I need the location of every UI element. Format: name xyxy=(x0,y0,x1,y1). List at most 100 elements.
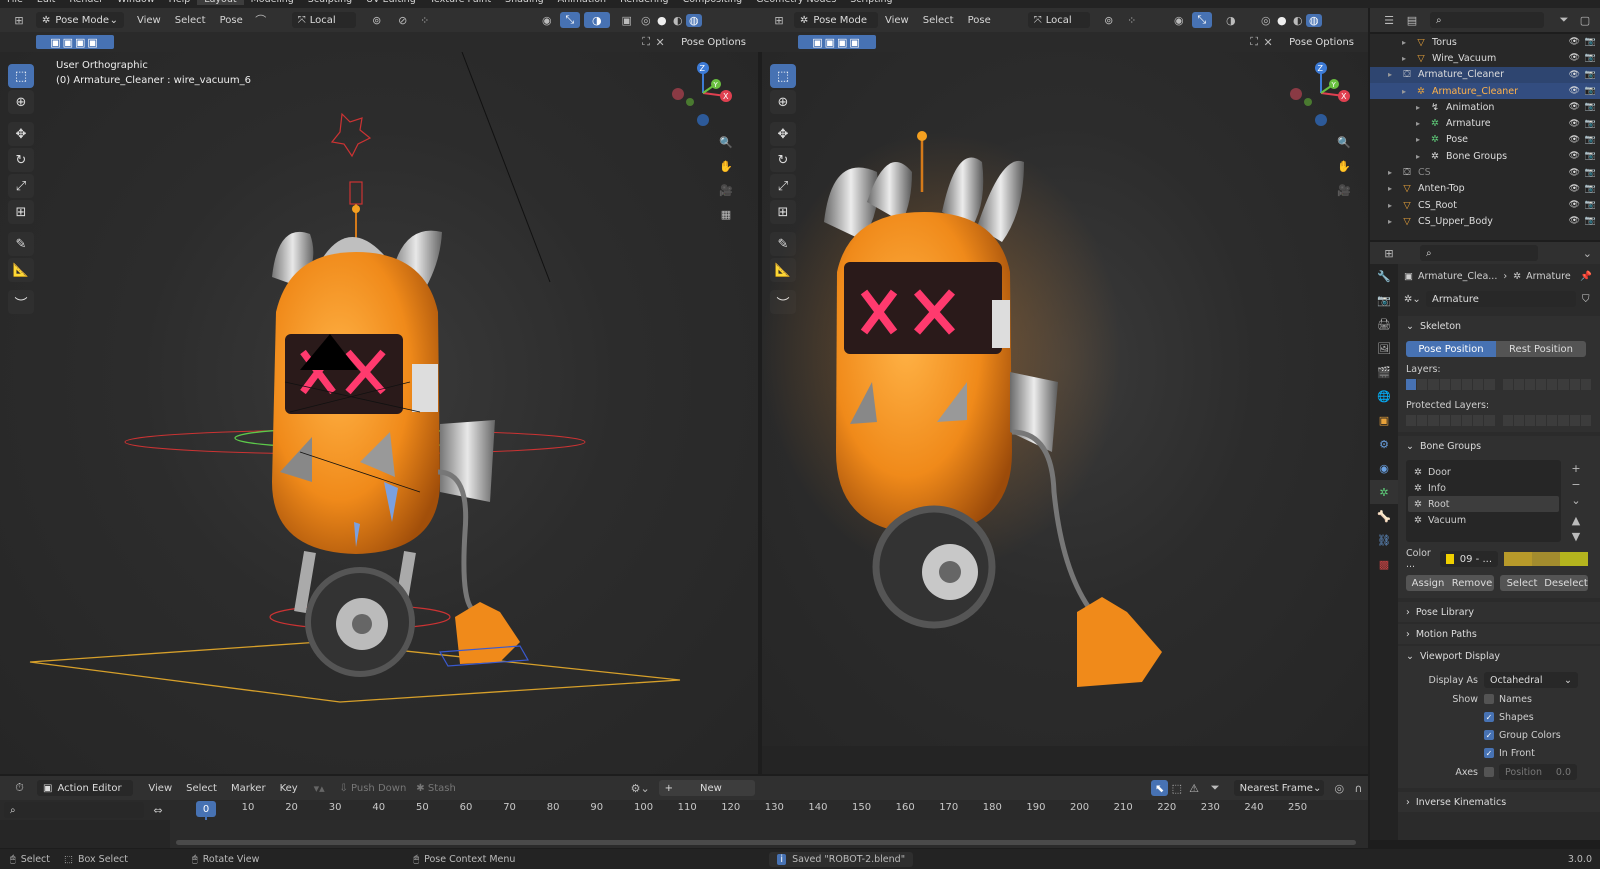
channel-search-input[interactable]: ⌕ xyxy=(4,802,144,818)
workspace-tab-scripting[interactable]: Scripting xyxy=(843,0,899,5)
workspace-tab-shading[interactable]: Shading xyxy=(498,0,551,5)
gizmo-toggle-icon[interactable]: ⤡ xyxy=(559,12,580,28)
render-camera-icon[interactable]: 📷 xyxy=(1585,216,1596,226)
output-tab-icon[interactable]: 🖨 xyxy=(1370,312,1398,336)
pivot-icon[interactable]: ⊚ xyxy=(1096,14,1122,27)
outliner-row[interactable]: ▸ ↯ Animation 👁 📷 xyxy=(1370,99,1600,115)
group-colors-checkbox[interactable]: ✓ xyxy=(1484,730,1494,740)
remove-icon[interactable]: − xyxy=(1568,476,1584,492)
transform-orientation-dropdown[interactable]: ⤧ Local xyxy=(291,12,356,28)
skeleton-panel-header[interactable]: ⌄ Skeleton xyxy=(1398,316,1600,336)
eye-icon[interactable]: 👁 xyxy=(1569,37,1580,47)
visibility-icon[interactable]: ◉ xyxy=(1166,14,1192,27)
properties-search-input[interactable]: ⌕ xyxy=(1420,245,1538,261)
snap-target-icon[interactable]: ⁘ xyxy=(1122,14,1142,27)
disclosure-triangle-icon[interactable]: ▸ xyxy=(1402,87,1414,96)
layer-arrows-icon[interactable]: ▾▴ xyxy=(305,782,334,795)
protected-layers-grid[interactable] xyxy=(1406,415,1592,426)
eye-icon[interactable]: 👁 xyxy=(1569,168,1580,178)
tool-tab-icon[interactable]: 🔧 xyxy=(1370,264,1398,288)
top-menu-render[interactable]: Render xyxy=(62,0,110,5)
menu-view[interactable]: View xyxy=(130,15,168,26)
eye-icon[interactable]: 👁 xyxy=(1569,200,1580,210)
new-action-button[interactable]: + New xyxy=(658,780,755,796)
pose-options-dropdown[interactable]: Pose Options xyxy=(675,34,752,50)
render-camera-icon[interactable]: 📷 xyxy=(1585,102,1596,112)
disclosure-triangle-icon[interactable]: ▸ xyxy=(1416,119,1428,128)
shading-rendered-icon[interactable]: ◍ xyxy=(685,13,702,27)
outliner-row[interactable]: ▸ ⛋ CS 👁 📷 xyxy=(1370,164,1600,180)
shading-solid-icon[interactable]: ● xyxy=(1274,14,1290,27)
names-checkbox[interactable] xyxy=(1484,694,1494,704)
snap-icon[interactable]: ⊘ xyxy=(390,14,416,27)
filter-icon[interactable]: ⏷ xyxy=(1552,13,1576,27)
snap-target-icon[interactable]: ⁘ xyxy=(416,14,434,27)
disclosure-triangle-icon[interactable]: ▸ xyxy=(1402,38,1414,47)
menu-pose[interactable]: Pose xyxy=(961,15,998,26)
tool-settings-icon[interactable]: ⛶ xyxy=(639,35,653,49)
editor-mode-dropdown[interactable]: ▣ Action Editor xyxy=(37,780,134,796)
pivot-icon[interactable]: ⊚ xyxy=(364,14,390,27)
eye-icon[interactable]: 👁 xyxy=(1569,102,1580,112)
selection-mode-icons[interactable]: ▣▣▣▣ xyxy=(36,35,114,49)
tool-settings-icon[interactable]: ⛶ xyxy=(1247,35,1261,49)
rest-position-button[interactable]: Rest Position xyxy=(1496,341,1586,357)
outliner-row[interactable]: ▸ ✲ Armature_Cleaner 👁 📷 xyxy=(1370,82,1600,100)
show-hidden-icon[interactable]: ⬚ xyxy=(1168,782,1185,795)
shading-solid-icon[interactable]: ● xyxy=(654,14,670,27)
assign-button[interactable]: Assign xyxy=(1406,575,1450,591)
workspace-tab-texture-paint[interactable]: Texture Paint xyxy=(423,0,498,5)
bone-group-item[interactable]: ✲ Vacuum xyxy=(1408,512,1559,528)
pose-options-dropdown[interactable]: Pose Options xyxy=(1283,34,1360,50)
workspace-tab-layout[interactable]: Layout xyxy=(197,0,244,5)
display-as-dropdown[interactable]: Octahedral ⌄ xyxy=(1484,672,1578,688)
viewport-display-panel-header[interactable]: ⌄ Viewport Display xyxy=(1398,646,1600,666)
selection-mode-icons[interactable]: ▣▣▣▣ xyxy=(798,35,876,49)
workspace-tab-modeling[interactable]: Modeling xyxy=(244,0,301,5)
outliner-row[interactable]: ▸ ✲ Pose 👁 📷 xyxy=(1370,132,1600,148)
menu-marker[interactable]: Marker xyxy=(224,783,273,794)
color-swatch-select[interactable] xyxy=(1532,552,1560,566)
bone-groups-panel-header[interactable]: ⌄ Bone Groups xyxy=(1398,436,1600,456)
eye-icon[interactable]: 👁 xyxy=(1569,216,1580,226)
workspace-tab-compositing[interactable]: Compositing xyxy=(676,0,750,5)
view-layer-tab-icon[interactable]: 🖼 xyxy=(1370,336,1398,360)
workspace-tab-geometry-nodes[interactable]: Geometry Nodes xyxy=(749,0,843,5)
armature-name-field[interactable]: Armature xyxy=(1426,291,1576,307)
render-camera-icon[interactable]: 📷 xyxy=(1585,200,1596,210)
in-front-checkbox[interactable]: ✓ xyxy=(1484,748,1494,758)
xray-icon[interactable]: ▣ xyxy=(616,14,638,27)
render-camera-icon[interactable]: 📷 xyxy=(1585,184,1596,194)
shading-material-icon[interactable]: ◐ xyxy=(670,14,686,27)
render-camera-icon[interactable]: 📷 xyxy=(1585,119,1596,129)
overlay-toggle-icon[interactable]: ◑ xyxy=(1220,14,1242,27)
bone-group-item[interactable]: ✲ Door xyxy=(1408,464,1559,480)
workspace-tab-uv-editing[interactable]: UV Editing xyxy=(359,0,423,5)
swap-icon[interactable]: ⇔ xyxy=(148,804,168,817)
stash-button[interactable]: ✱ Stash xyxy=(416,783,456,794)
transform-orientation-dropdown[interactable]: ⤧ Local xyxy=(1027,12,1090,28)
right-3d-viewport[interactable]: ⬚ ⊕ ✥ ↻ ⤢ ⊞ ✎ 📐 ︶ Z X Y 🔍 ✋ 🎥 xyxy=(762,52,1368,746)
disclosure-triangle-icon[interactable]: ▸ xyxy=(1388,70,1400,79)
inverse-kinematics-panel-header[interactable]: › Inverse Kinematics xyxy=(1398,792,1600,812)
bone-group-item[interactable]: ✲ Root xyxy=(1408,496,1559,512)
filter-icon[interactable]: ⏷ xyxy=(1203,781,1228,795)
workspace-tab-sculpting[interactable]: Sculpting xyxy=(301,0,359,5)
eye-icon[interactable]: 👁 xyxy=(1569,184,1580,194)
editor-type-icon[interactable]: ⏱ xyxy=(8,781,31,795)
top-menu-help[interactable]: Help xyxy=(162,0,198,5)
disclosure-triangle-icon[interactable]: ▸ xyxy=(1416,103,1428,112)
motion-paths-panel-header[interactable]: › Motion Paths xyxy=(1398,624,1600,644)
modifier-tab-icon[interactable]: ⚙ xyxy=(1370,432,1398,456)
remove-button[interactable]: Remove xyxy=(1450,575,1494,591)
eye-icon[interactable]: 👁 xyxy=(1569,86,1580,96)
texture-tab-icon[interactable]: ▩ xyxy=(1370,552,1398,576)
proportional-icon[interactable]: ◎ xyxy=(1330,782,1349,795)
move-down-icon[interactable]: ▼ xyxy=(1568,528,1584,544)
frame-ruler[interactable]: 10 20 30 40 50 60 70 80 90 100 110 120 130 140 150 160 1… xyxy=(170,802,1368,818)
disclosure-triangle-icon[interactable]: ▸ xyxy=(1388,168,1400,177)
outliner-row[interactable]: ▸ ▽ Wire_Vacuum 👁 📷 xyxy=(1370,50,1600,66)
armature-data-tab-icon[interactable]: ✲ xyxy=(1370,480,1398,504)
render-camera-icon[interactable]: 📷 xyxy=(1585,37,1596,47)
workspace-tab-rendering[interactable]: Rendering xyxy=(613,0,676,5)
